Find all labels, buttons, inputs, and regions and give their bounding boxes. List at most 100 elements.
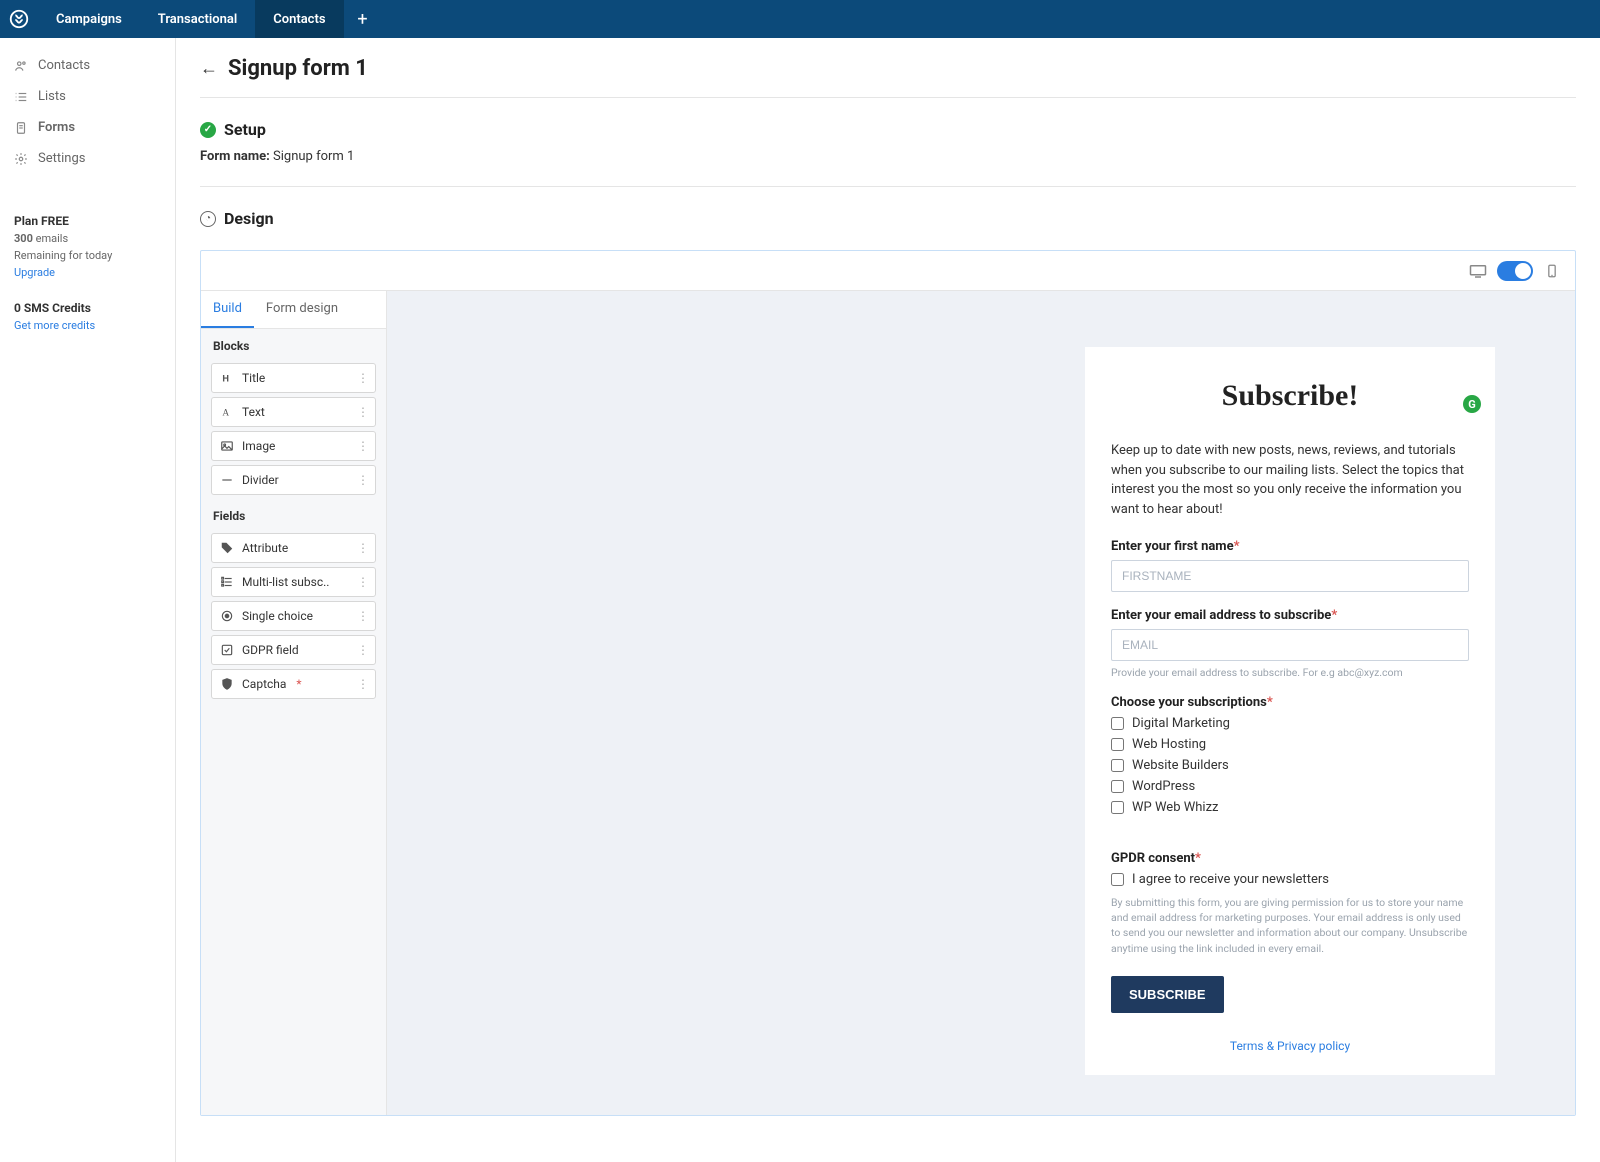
email-input[interactable] <box>1111 629 1469 661</box>
tab-transactional[interactable]: Transactional <box>140 0 255 38</box>
block-image[interactable]: Image⋮ <box>211 431 376 461</box>
subscription-option[interactable]: Website Builders <box>1111 758 1469 773</box>
gdpr-label: GPDR consent* <box>1111 851 1469 866</box>
form-name-row: Form name: Signup form 1 <box>200 149 1576 164</box>
subscription-option[interactable]: WP Web Whizz <box>1111 800 1469 815</box>
divider-icon <box>220 473 234 487</box>
text-icon: A <box>220 405 234 419</box>
checkbox-input[interactable] <box>1111 738 1124 751</box>
drag-handle-icon: ⋮ <box>357 643 369 657</box>
field-captcha[interactable]: Captcha*⋮ <box>211 669 376 699</box>
grammarly-badge-icon[interactable]: G <box>1463 395 1481 413</box>
checkbox-input[interactable] <box>1111 873 1124 886</box>
design-heading: Design <box>224 209 274 228</box>
tab-contacts[interactable]: Contacts <box>255 0 343 38</box>
block-title[interactable]: H Title⋮ <box>211 363 376 393</box>
upgrade-link[interactable]: Upgrade <box>14 266 55 279</box>
blocks-label: Blocks <box>201 329 386 359</box>
sidebar-item-contacts[interactable]: Contacts <box>0 50 175 81</box>
sidebar-item-label: Forms <box>38 120 75 135</box>
gdpr-disclaimer: By submitting this form, you are giving … <box>1111 895 1469 956</box>
subscription-option[interactable]: Digital Marketing <box>1111 716 1469 731</box>
emails-remaining: 300 emails <box>14 232 161 245</box>
checkbox-input[interactable] <box>1111 780 1124 793</box>
drag-handle-icon: ⋮ <box>357 677 369 691</box>
drag-handle-icon: ⋮ <box>357 541 369 555</box>
sidebar-item-label: Settings <box>38 151 85 166</box>
required-indicator: * <box>296 677 301 691</box>
subscribe-button[interactable]: SUBSCRIBE <box>1111 976 1224 1013</box>
block-text[interactable]: A Text⋮ <box>211 397 376 427</box>
drag-handle-icon: ⋮ <box>357 405 369 419</box>
form-canvas: Subscribe! G Keep up to date with new po… <box>387 291 1575 1115</box>
lists-icon <box>14 90 28 104</box>
title-icon: H <box>220 371 234 385</box>
drag-handle-icon: ⋮ <box>357 575 369 589</box>
check-icon: ✓ <box>200 122 216 138</box>
svg-text:H: H <box>222 374 229 385</box>
subscription-option[interactable]: Web Hosting <box>1111 737 1469 752</box>
app-logo[interactable] <box>0 0 38 38</box>
email-label: Enter your email address to subscribe* <box>1111 608 1469 623</box>
drag-handle-icon: ⋮ <box>357 609 369 623</box>
terms-privacy-link[interactable]: Terms & Privacy policy <box>1230 1039 1350 1053</box>
sidebar-item-forms[interactable]: Forms <box>0 112 175 143</box>
block-divider[interactable]: Divider⋮ <box>211 465 376 495</box>
checkbox-icon <box>220 643 234 657</box>
topbar: Campaigns Transactional Contacts + <box>0 0 1600 38</box>
panel-tab-form-design[interactable]: Form design <box>254 291 350 328</box>
field-gdpr[interactable]: GDPR field⋮ <box>211 635 376 665</box>
sidebar-item-settings[interactable]: Settings <box>0 143 175 174</box>
email-helper-text: Provide your email address to subscribe.… <box>1111 666 1469 679</box>
signup-form-card: Subscribe! G Keep up to date with new po… <box>1085 347 1495 1075</box>
svg-text:A: A <box>222 409 229 419</box>
sidebar-item-lists[interactable]: Lists <box>0 81 175 112</box>
fields-label: Fields <box>201 499 386 529</box>
radio-icon <box>220 609 234 623</box>
sidebar-footer: Plan FREE 300 emails Remaining for today… <box>0 200 175 346</box>
panel-tab-build[interactable]: Build <box>201 291 254 328</box>
mobile-icon[interactable] <box>1543 264 1561 278</box>
field-attribute[interactable]: Attribute⋮ <box>211 533 376 563</box>
firstname-label: Enter your first name* <box>1111 539 1469 554</box>
image-icon <box>220 439 234 453</box>
tag-icon <box>220 541 234 555</box>
form-intro-text: Keep up to date with new posts, news, re… <box>1111 441 1469 519</box>
gear-icon <box>14 152 28 166</box>
checkbox-input[interactable] <box>1111 717 1124 730</box>
back-arrow-icon[interactable]: ← <box>200 58 218 79</box>
drag-handle-icon: ⋮ <box>357 473 369 487</box>
plan-label: Plan FREE <box>14 214 161 228</box>
contacts-icon <box>14 59 28 73</box>
sidebar-item-label: Contacts <box>38 58 90 73</box>
form-heading: Subscribe! <box>1111 379 1469 413</box>
remaining-label: Remaining for today <box>14 249 161 262</box>
clock-icon: ◔ <box>200 211 216 227</box>
gdpr-checkbox-row[interactable]: I agree to receive your newsletters <box>1111 872 1469 887</box>
subscription-option[interactable]: WordPress <box>1111 779 1469 794</box>
subscriptions-label: Choose your subscriptions* <box>1111 695 1469 710</box>
drag-handle-icon: ⋮ <box>357 371 369 385</box>
checkbox-input[interactable] <box>1111 759 1124 772</box>
tab-campaigns[interactable]: Campaigns <box>38 0 140 38</box>
list-icon <box>220 575 234 589</box>
sms-credits-label: 0 SMS Credits <box>14 301 161 315</box>
forms-icon <box>14 121 28 135</box>
firstname-input[interactable] <box>1111 560 1469 592</box>
get-credits-link[interactable]: Get more credits <box>14 319 95 332</box>
design-toolbar <box>201 251 1575 291</box>
setup-heading: Setup <box>224 120 266 139</box>
drag-handle-icon: ⋮ <box>357 439 369 453</box>
field-single-choice[interactable]: Single choice⋮ <box>211 601 376 631</box>
build-panel: Build Form design Blocks H Title⋮ A Text… <box>201 291 387 1115</box>
desktop-icon[interactable] <box>1469 264 1487 278</box>
add-button[interactable]: + <box>344 0 382 38</box>
shield-icon <box>220 677 234 691</box>
field-multilist[interactable]: Multi-list subsc..⋮ <box>211 567 376 597</box>
sidebar: Contacts Lists Forms Settings Plan FREE … <box>0 38 176 1162</box>
device-toggle[interactable] <box>1497 261 1533 281</box>
main-content: ← Signup form 1 ✓ Setup Form name: Signu… <box>176 38 1600 1162</box>
checkbox-input[interactable] <box>1111 801 1124 814</box>
design-area: Build Form design Blocks H Title⋮ A Text… <box>200 250 1576 1116</box>
sidebar-item-label: Lists <box>38 89 66 104</box>
